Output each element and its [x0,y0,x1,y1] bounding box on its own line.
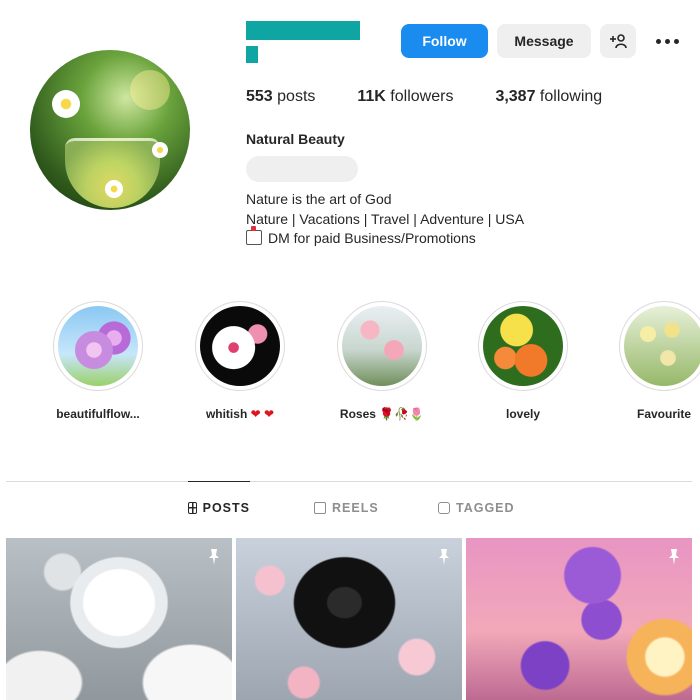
bio-line-text: DM for paid Business/Promotions [268,230,476,246]
tab-label: REELS [332,501,379,515]
highlight-ring [478,301,568,391]
story-highlight[interactable]: beautifulflow... [52,301,144,421]
person-plus-icon [610,34,627,49]
bio-line: Nature is the art of God [246,191,392,207]
highlight-ring [337,301,427,391]
highlight-image [58,306,138,386]
highlight-image [624,306,700,386]
message-button[interactable]: Message [497,24,591,58]
story-highlight[interactable]: Roses 🌹🥀🌷 [336,301,428,421]
tagged-user-icon [438,502,450,514]
more-options-icon[interactable] [650,28,684,54]
highlight-image [483,306,563,386]
following-count[interactable]: 3,387 following [495,88,602,106]
story-highlight[interactable]: lovely [477,301,569,421]
post-thumbnail[interactable] [6,538,232,700]
post-thumbnail[interactable] [466,538,692,700]
username-redacted [246,21,360,40]
avatar-flower [105,180,123,198]
reels-icon [314,502,326,514]
story-highlight[interactable]: whitish ❤ ❤ [194,301,286,421]
tab-label: TAGGED [456,501,515,515]
highlight-ring [619,301,700,391]
tab-tagged[interactable]: TAGGED [438,482,515,534]
redacted-category-pill [246,156,358,182]
profile-bio: Nature is the art of God Nature | Vacati… [246,190,524,249]
highlight-label: whitish ❤ ❤ [205,407,275,421]
post-thumbnail[interactable] [236,538,462,700]
heart-icon: ❤ ❤ [250,407,275,421]
highlight-label: Favourite [636,407,691,421]
profile-full-name: Natural Beauty [246,131,345,147]
follow-button[interactable]: Follow [401,24,488,58]
clipboard-icon [246,226,262,245]
profile-avatar[interactable] [30,50,190,210]
story-highlight[interactable]: Favourite [618,301,700,421]
tab-label: POSTS [202,500,250,515]
highlight-label: beautifulflow... [56,407,140,421]
bio-line: DM for paid Business/Promotions [246,226,524,249]
bio-line: Nature | Vacations | Travel | Adventure … [246,210,525,227]
highlight-image [200,306,280,386]
tab-reels[interactable]: REELS [314,482,379,534]
profile-stats: 553 posts 11K followers 3,387 following [246,88,644,106]
grid-icon [188,501,197,514]
posts-count[interactable]: 553 posts [246,88,315,106]
highlight-image [342,306,422,386]
dot [655,38,661,44]
pin-icon [209,549,219,565]
username-redacted [246,46,258,63]
highlight-ring [195,301,285,391]
highlight-ring [53,301,143,391]
pin-icon [439,549,449,565]
highlight-label: lovely [505,407,541,421]
dot [673,38,679,44]
add-user-button[interactable] [600,24,636,58]
highlight-label: Roses 🌹🥀🌷 [339,407,425,421]
avatar-bokeh [130,70,170,110]
dot [664,38,670,44]
pin-icon [669,549,679,565]
avatar-flower [152,142,168,158]
followers-count[interactable]: 11K followers [357,88,453,106]
avatar-flower [52,90,80,118]
tab-posts[interactable]: POSTS [188,481,250,533]
